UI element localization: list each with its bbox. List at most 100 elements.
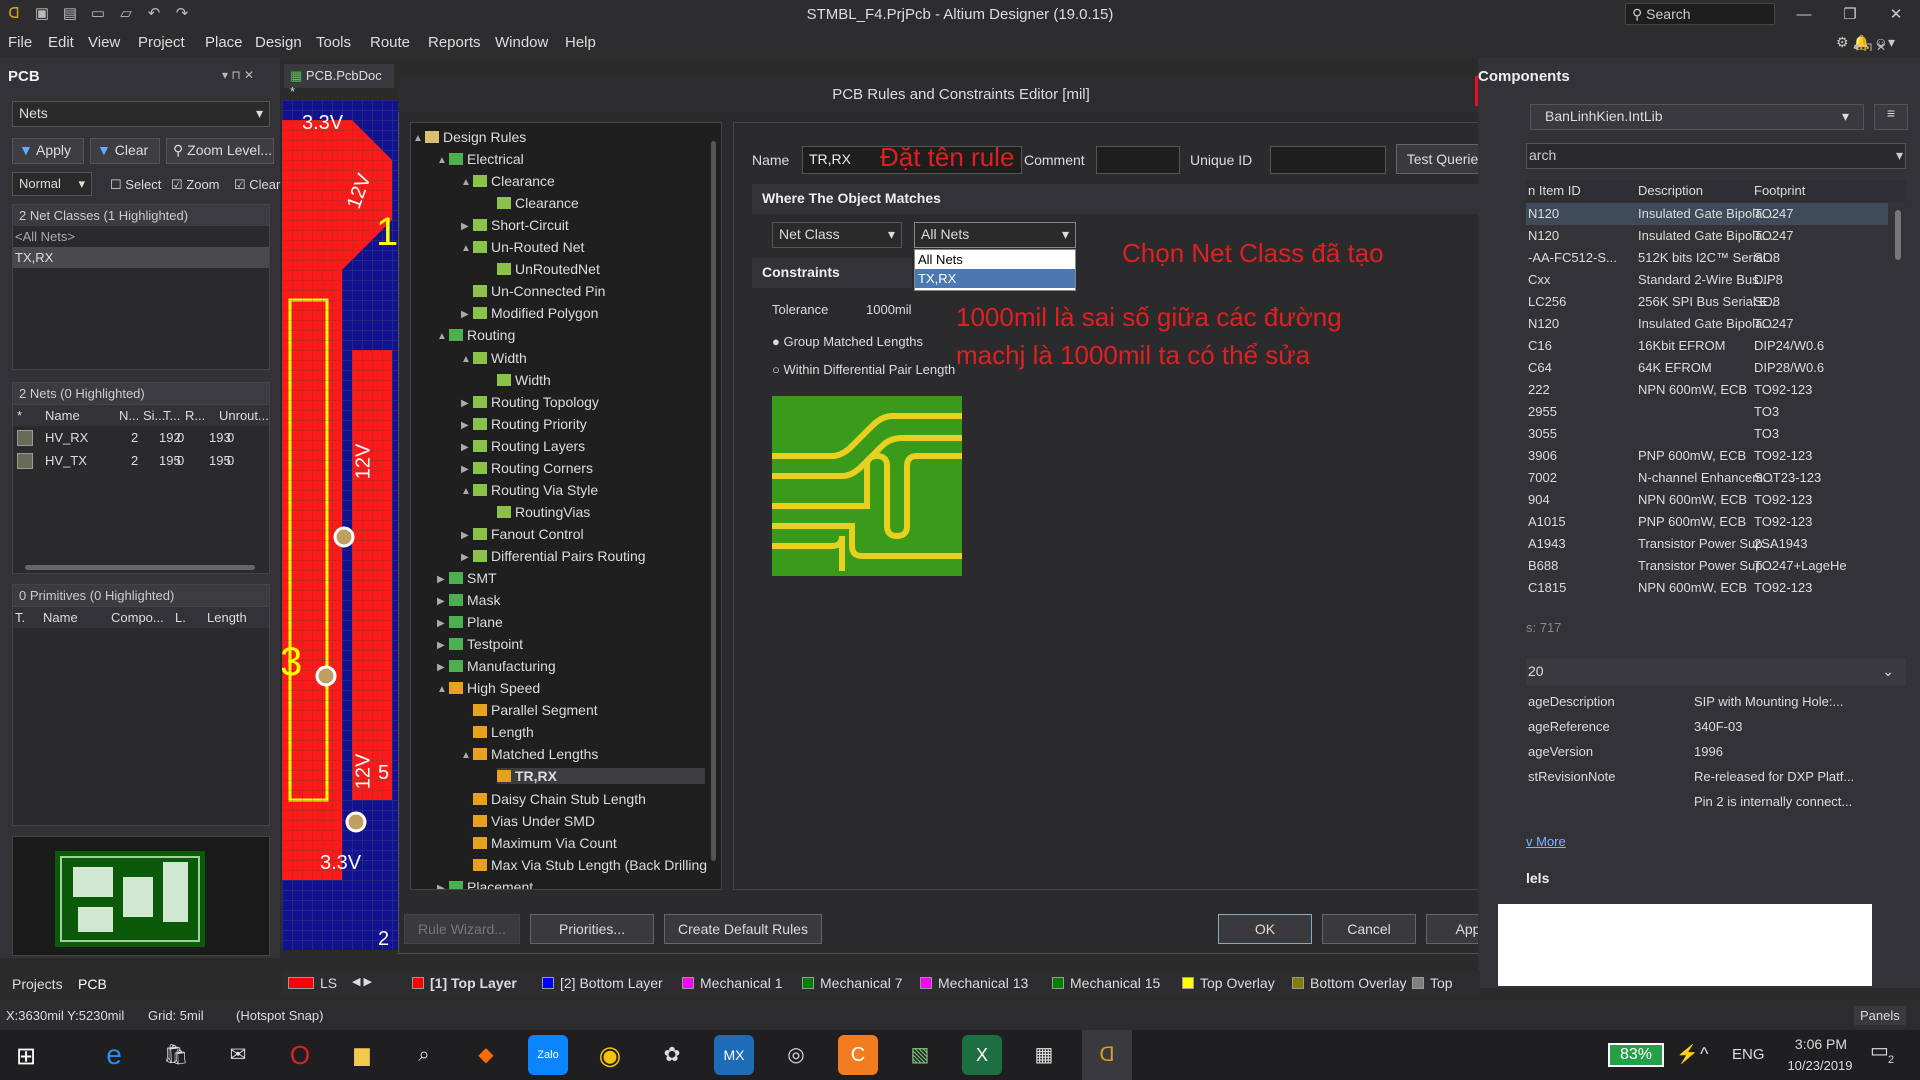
menu-window[interactable]: Window [495, 34, 548, 51]
tree-expand-icon[interactable]: ▲ [461, 243, 471, 254]
table-row[interactable]: 3055 TO3 [1526, 423, 1888, 445]
nets-column-header[interactable]: R... [185, 408, 205, 423]
windows-start-icon[interactable]: ⊞ [16, 1042, 36, 1071]
apply-filter-button[interactable]: ▼ Apply [12, 138, 84, 164]
table-row[interactable]: C1815 NPN 600mW, ECB TO92-123 [1526, 577, 1888, 593]
tab-projects[interactable]: Projects [12, 976, 63, 992]
tree-expand-icon[interactable]: ▲ [461, 177, 471, 188]
tree-node[interactable]: Length [473, 724, 534, 740]
tree-expand-icon[interactable]: ▶ [461, 552, 469, 563]
tree-node[interactable]: SMT [449, 570, 497, 586]
tree-node[interactable]: Mask [449, 592, 500, 608]
create-default-rules-button[interactable]: Create Default Rules [664, 914, 822, 944]
tree-node[interactable]: Routing [449, 327, 515, 343]
image-editor-icon[interactable]: ▧ [900, 1035, 940, 1075]
tree-expand-icon[interactable]: ▲ [413, 133, 423, 144]
table-row[interactable]: C64 64K EFROM DIP28/W0.6 [1526, 357, 1888, 379]
panel-menu-icon[interactable]: ▾ ⊓ ✕ [222, 68, 254, 82]
layer-tab-ls[interactable]: LS [288, 975, 337, 991]
table-row[interactable]: C16 16Kbit EFROM DIP24/W0.6 [1526, 335, 1888, 357]
mask-mode-select[interactable]: Normal ▾ [12, 172, 92, 196]
zalo-icon[interactable]: Zalo [528, 1035, 568, 1075]
cancel-button[interactable]: Cancel [1322, 914, 1416, 944]
input-language[interactable]: ENG [1732, 1046, 1765, 1063]
nets-column-header[interactable]: Name [45, 408, 80, 423]
tree-node[interactable]: Modified Polygon [473, 305, 598, 321]
clock-time[interactable]: 3:06 PM [1786, 1036, 1856, 1052]
open-icon[interactable]: ▭ [88, 4, 108, 24]
tree-node[interactable]: High Speed [449, 680, 540, 696]
tree-node[interactable]: Routing Layers [473, 438, 585, 454]
components-scrollbar[interactable] [1895, 210, 1901, 260]
layer-tab-top[interactable]: Top [1412, 975, 1453, 991]
primitives-column-header[interactable]: Compo... [111, 610, 164, 625]
dropdown-option-all-nets[interactable]: All Nets [915, 250, 1075, 269]
primitives-column-header[interactable]: T. [15, 610, 25, 625]
table-row[interactable]: 904 NPN 600mW, ECB TO92-123 [1526, 489, 1888, 511]
library-select[interactable]: BanLinhKien.IntLib ▾ [1530, 104, 1864, 130]
layer-tab--1-top-layer[interactable]: [1] Top Layer [412, 975, 517, 991]
table-row[interactable]: 222 NPN 600mW, ECB TO92-123 [1526, 379, 1888, 401]
group-matched-radio[interactable]: ● Group Matched Lengths [772, 334, 923, 349]
menu-reports[interactable]: Reports [428, 34, 481, 51]
layer-tab-mechanical-1[interactable]: Mechanical 1 [682, 975, 783, 991]
tree-expand-icon[interactable]: ▶ [461, 530, 469, 541]
mail-icon[interactable]: ✉ [218, 1035, 258, 1075]
components-column-header[interactable]: n Item ID [1528, 183, 1581, 198]
tree-node[interactable]: Electrical [449, 151, 524, 167]
nets-column-header[interactable]: N... [119, 408, 139, 423]
tree-node[interactable]: Maximum Via Count [473, 835, 617, 851]
tree-expand-icon[interactable]: ▶ [437, 618, 445, 629]
tree-expand-icon[interactable]: ▲ [437, 331, 447, 342]
multisim-icon[interactable]: MX [714, 1035, 754, 1075]
dropdown-option-tx-rx[interactable]: TX,RX [915, 269, 1075, 288]
panels-button[interactable]: Panels [1854, 1006, 1906, 1025]
nets-column-header[interactable]: T... [163, 408, 180, 423]
table-row[interactable]: N120 Insulated Gate Bipola... TO247 [1526, 203, 1888, 225]
layer-tab-mechanical-13[interactable]: Mechanical 13 [920, 975, 1028, 991]
minimize-button[interactable]: — [1784, 3, 1824, 27]
net-class-item[interactable]: <All Nets> [13, 226, 269, 247]
close-window-button[interactable]: ✕ [1876, 3, 1916, 27]
menu-design[interactable]: Design [255, 34, 302, 51]
unique-id-input[interactable] [1270, 146, 1386, 174]
priorities-button[interactable]: Priorities... [530, 914, 654, 944]
tree-node-selected[interactable]: TR,RX [497, 768, 705, 785]
edge-browser-icon[interactable]: e [94, 1035, 134, 1075]
layer-tab-mechanical-7[interactable]: Mechanical 7 [802, 975, 903, 991]
component-search-input[interactable]: arch ▾ [1526, 143, 1906, 169]
components-column-header[interactable]: Description [1638, 183, 1703, 198]
clear-checkbox[interactable]: ☑ Clear [234, 177, 280, 193]
tree-node[interactable]: Max Via Stub Length (Back Drilling [473, 857, 707, 873]
tree-node[interactable]: Short-Circuit [473, 217, 569, 233]
nets-column-header[interactable]: * [17, 408, 22, 423]
tree-node[interactable]: Fanout Control [473, 526, 584, 542]
chrome-browser-icon[interactable]: ◉ [590, 1035, 630, 1075]
primitives-column-header[interactable]: Name [43, 610, 78, 625]
tree-expand-icon[interactable]: ▶ [461, 464, 469, 475]
tree-expand-icon[interactable]: ▲ [461, 486, 471, 497]
ok-button[interactable]: OK [1218, 914, 1312, 944]
tree-node[interactable]: Parallel Segment [473, 702, 598, 718]
library-menu-button[interactable]: ≡ [1874, 104, 1908, 130]
tree-node[interactable]: Design Rules [425, 129, 526, 145]
zoom-level-button[interactable]: ⚲ Zoom Level... [166, 138, 274, 164]
more-link[interactable]: v More [1526, 834, 1566, 849]
menu-route[interactable]: Route [370, 34, 410, 51]
github-icon[interactable]: ◎ [776, 1035, 816, 1075]
tree-expand-icon[interactable]: ▶ [437, 640, 445, 651]
tree-node[interactable]: Un-Connected Pin [473, 283, 605, 299]
table-row[interactable]: A1943 Transistor Power Sup... 2SA1943 [1526, 533, 1888, 555]
match-type-select[interactable]: Net Class ▾ [772, 222, 902, 248]
save-icon[interactable]: ▣ [32, 4, 52, 24]
rule-wizard-button[interactable]: Rule Wizard... [404, 914, 520, 944]
tree-node[interactable]: Routing Via Style [473, 482, 598, 498]
layer-tab-bottom-overlay[interactable]: Bottom Overlay [1292, 975, 1406, 991]
tree-node[interactable]: Vias Under SMD [473, 813, 595, 829]
tree-node[interactable]: Matched Lengths [473, 746, 598, 762]
net-class-item-selected[interactable]: TX,RX [13, 247, 269, 268]
clear-filter-button[interactable]: ▼ Clear [90, 138, 160, 164]
table-row[interactable]: Cxx Standard 2-Wire Bus... DIP8 [1526, 269, 1888, 291]
menu-view[interactable]: View [88, 34, 120, 51]
tree-node[interactable]: Width [497, 372, 551, 388]
